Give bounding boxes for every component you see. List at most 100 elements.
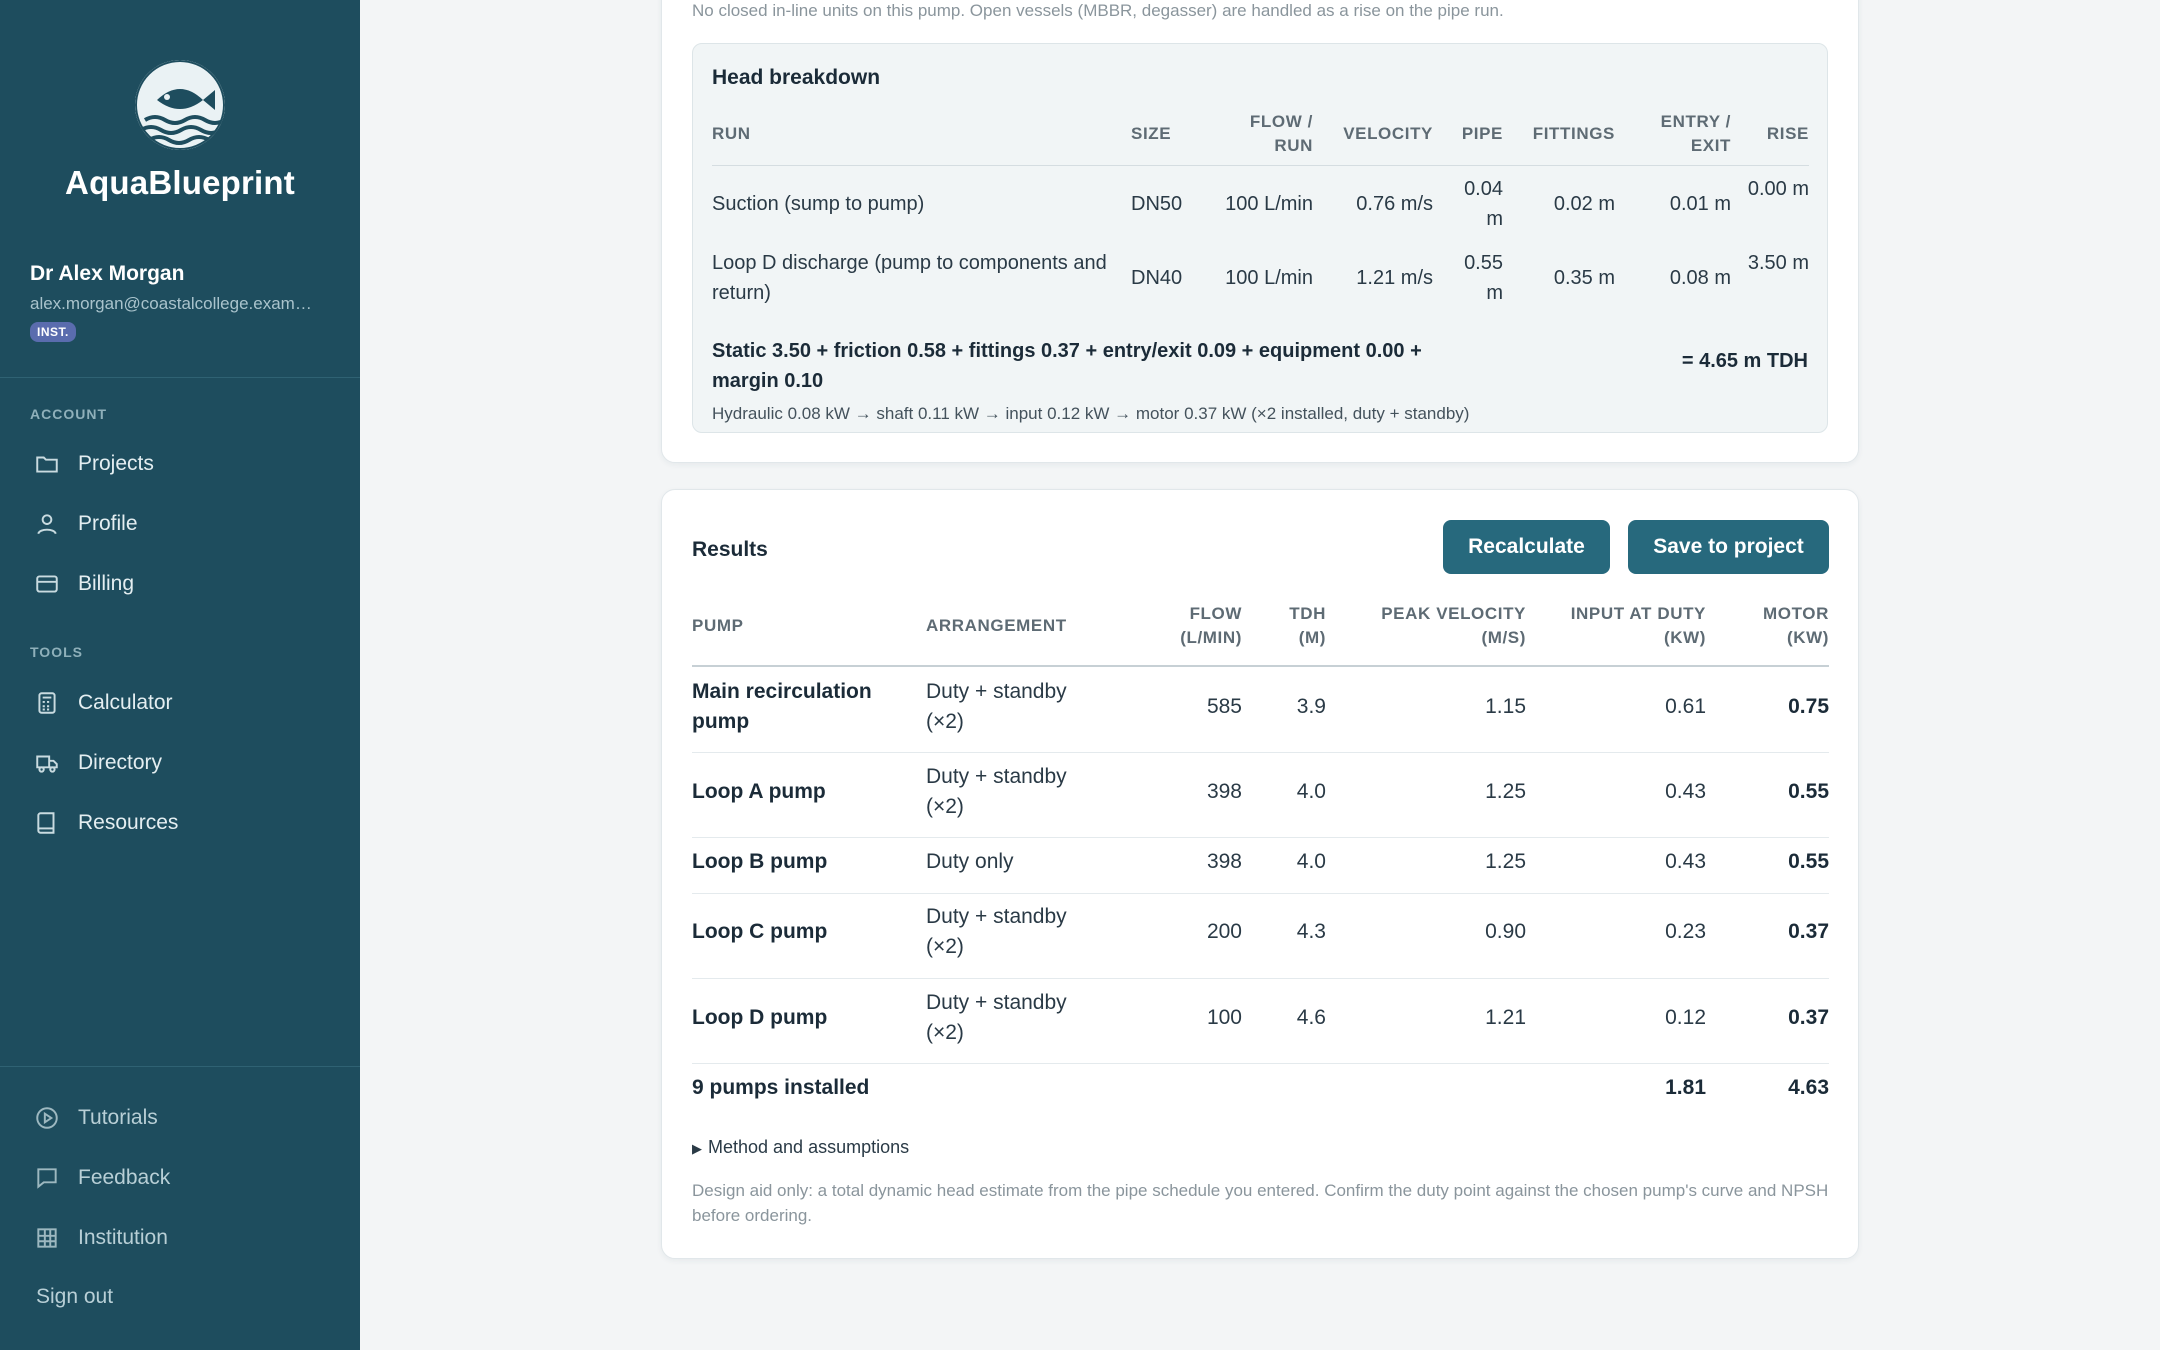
col-header-size: SIZE xyxy=(1131,124,1172,143)
results-card: Results Recalculate Save to project PUMP… xyxy=(661,489,1859,1259)
sidebar-item-calculator[interactable]: Calculator xyxy=(34,683,173,723)
sidebar-item-billing[interactable]: Billing xyxy=(34,564,134,604)
user-icon xyxy=(37,514,57,535)
pump-arrangement: Duty + standby (×2) xyxy=(926,991,1067,1044)
user-block: Dr Alex Morgan alex.morgan@coastalcolleg… xyxy=(30,262,340,342)
col-header-pipe: PIPE xyxy=(1461,124,1503,143)
method-label: Method and assumptions xyxy=(708,1137,910,1157)
user-name: Dr Alex Morgan xyxy=(30,262,185,285)
pump-velocity: 0.90 xyxy=(1485,920,1526,943)
sidebar-item-tutorials[interactable]: Tutorials xyxy=(34,1098,158,1138)
results-header-divider xyxy=(692,665,1829,667)
pump-name: Loop D pump xyxy=(692,1006,828,1029)
pump-tdh: 4.0 xyxy=(1296,780,1326,803)
col-header-arrangement: ARRANGEMENT xyxy=(926,616,1067,635)
breakdown-row-rise: 3.50 m xyxy=(1747,252,1809,274)
breakdown-row-velocity: 0.76 m/s xyxy=(1356,193,1433,215)
sidebar: AquaBlueprint Dr Alex Morgan alex.morgan… xyxy=(0,0,360,1350)
sidebar-item-institution[interactable]: Institution xyxy=(34,1218,168,1258)
recalculate-button[interactable]: Recalculate xyxy=(1443,520,1610,574)
breakdown-row-run: Loop D discharge (pump to components and… xyxy=(712,252,1107,304)
sidebar-item-profile[interactable]: Profile xyxy=(34,504,138,544)
save-to-project-button[interactable]: Save to project xyxy=(1628,520,1829,574)
col-header-fittings: FITTINGS xyxy=(1532,124,1615,143)
sidebar-item-directory[interactable]: Directory xyxy=(34,743,162,783)
pump-flow: 398 xyxy=(1206,850,1242,873)
breakdown-row-size: DN40 xyxy=(1131,267,1183,289)
pump-flow: 585 xyxy=(1206,695,1242,718)
brand[interactable]: AquaBlueprint xyxy=(0,60,360,202)
results-title: Results xyxy=(692,538,768,561)
col-header-motor: MOTOR (KW) xyxy=(1763,604,1829,647)
pump-name: Loop B pump xyxy=(692,850,828,873)
sidebar-item-label: Tutorials xyxy=(78,1106,158,1129)
col-header-input: INPUT AT DUTY (KW) xyxy=(1570,604,1706,647)
pump-flow: 200 xyxy=(1206,920,1242,943)
account-section-label: ACCOUNT xyxy=(30,406,107,422)
col-header-run: RUN xyxy=(712,124,751,143)
col-header-pump: PUMP xyxy=(692,616,744,635)
pump-tdh: 4.0 xyxy=(1296,850,1326,873)
inline-units-note: No closed in-line units on this pump. Op… xyxy=(692,1,1504,20)
design-aid-disclaimer: Design aid only: a total dynamic head es… xyxy=(692,1181,1829,1225)
breakdown-row-fittings: 0.35 m xyxy=(1553,267,1615,289)
pump-detail-card: No closed in-line units on this pump. Op… xyxy=(661,0,1859,463)
col-header-tdh: TDH (M) xyxy=(1289,604,1326,647)
total-input: 1.81 xyxy=(1665,1076,1706,1099)
pump-input: 0.61 xyxy=(1665,695,1706,718)
sidebar-item-feedback[interactable]: Feedback xyxy=(34,1158,170,1198)
pump-input: 0.43 xyxy=(1665,850,1706,873)
row-divider xyxy=(692,978,1829,979)
sidebar-item-label: Resources xyxy=(78,811,179,834)
pump-tdh: 4.3 xyxy=(1296,920,1326,943)
col-header-velocity: VELOCITY xyxy=(1343,124,1433,143)
sidebar-item-projects[interactable]: Projects xyxy=(34,444,154,484)
row-divider xyxy=(692,1063,1829,1064)
tdh-formula: Static 3.50 + friction 0.58 + fittings 0… xyxy=(712,340,1422,392)
pump-velocity: 1.21 xyxy=(1485,1006,1526,1029)
pump-motor: 0.37 xyxy=(1788,920,1829,943)
breakdown-row-flow: 100 L/min xyxy=(1225,193,1313,215)
message-icon xyxy=(37,1168,57,1189)
sidebar-item-label: Feedback xyxy=(78,1166,171,1189)
pump-input: 0.23 xyxy=(1665,920,1706,943)
breakdown-row-rise: 0.00 m xyxy=(1747,178,1809,200)
pump-motor: 0.75 xyxy=(1788,695,1829,718)
pump-tdh: 3.9 xyxy=(1296,695,1326,718)
sidebar-item-label: Billing xyxy=(78,572,135,595)
sidebar-divider xyxy=(0,377,360,378)
pump-name: Loop A pump xyxy=(692,780,826,803)
building-icon xyxy=(37,1228,57,1248)
sign-out-link[interactable]: Sign out xyxy=(36,1285,113,1309)
pump-flow: 398 xyxy=(1206,780,1242,803)
triangle-right-icon: ▶ xyxy=(692,1141,702,1156)
col-header-peak-velocity: PEAK VELOCITY (M/S) xyxy=(1381,604,1526,647)
folder-icon xyxy=(36,456,58,473)
credit-card-icon xyxy=(36,575,58,593)
col-header-flow: FLOW / RUN xyxy=(1249,112,1313,155)
breakdown-row-pipe: 0.04 m xyxy=(1464,178,1503,230)
pump-motor: 0.37 xyxy=(1788,1006,1829,1029)
breakdown-row-velocity: 1.21 m/s xyxy=(1356,267,1433,289)
method-assumptions-toggle[interactable]: ▶ Method and assumptions xyxy=(692,1137,909,1158)
sidebar-item-resources[interactable]: Resources xyxy=(34,803,178,843)
breakdown-row-size: DN50 xyxy=(1131,193,1183,215)
row-divider xyxy=(692,893,1829,894)
pump-velocity: 1.25 xyxy=(1485,850,1526,873)
total-motor: 4.63 xyxy=(1788,1076,1829,1099)
breakdown-row-fittings: 0.02 m xyxy=(1553,193,1615,215)
sidebar-item-label: Directory xyxy=(78,751,163,774)
pump-velocity: 1.15 xyxy=(1485,695,1526,718)
col-header-entry-exit: ENTRY / EXIT xyxy=(1660,112,1731,155)
sidebar-divider-bottom xyxy=(0,1066,360,1067)
pump-tdh: 4.6 xyxy=(1296,1006,1326,1029)
pump-input: 0.12 xyxy=(1665,1006,1706,1029)
book-icon xyxy=(37,812,55,834)
brand-name: AquaBlueprint xyxy=(65,164,295,201)
breakdown-row-entry: 0.01 m xyxy=(1669,193,1731,215)
breakdown-row-flow: 100 L/min xyxy=(1225,267,1313,289)
calculator-icon xyxy=(38,692,56,714)
col-header-rise: RISE xyxy=(1766,124,1809,143)
pump-arrangement: Duty + standby (×2) xyxy=(926,905,1067,958)
play-circle-icon xyxy=(36,1107,58,1129)
